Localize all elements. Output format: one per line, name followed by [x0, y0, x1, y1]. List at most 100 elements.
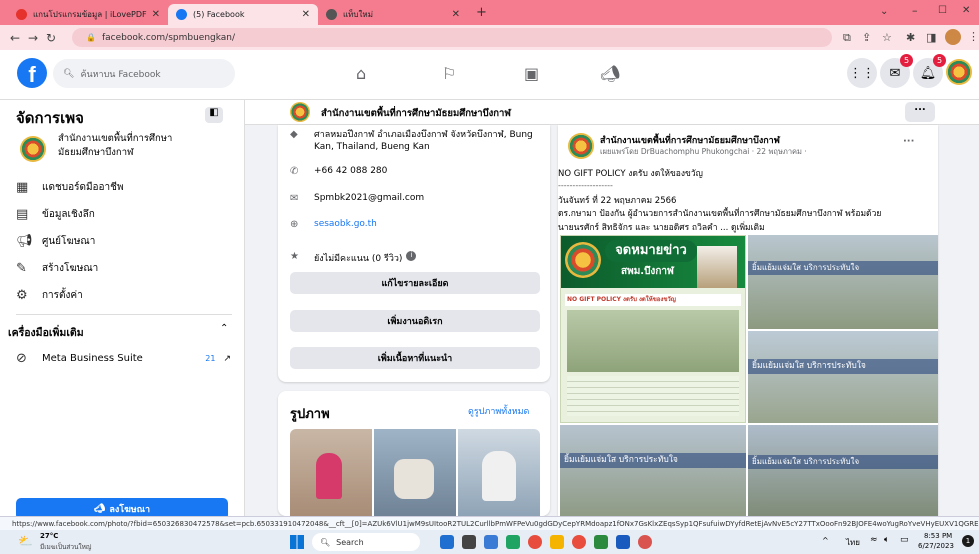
website-link[interactable]: sesaobk.go.th — [314, 219, 377, 229]
post-photo[interactable]: ยิ้มแย้มแจ่มใส บริการประทับใจ — [748, 425, 938, 516]
cast-icon[interactable]: ⧉ — [843, 31, 851, 45]
star-icon: ★ — [290, 251, 299, 262]
bookmark-star-icon[interactable]: ☆ — [882, 31, 892, 44]
photo-thumbnail[interactable] — [374, 429, 456, 516]
sidebar-item-dashboard[interactable]: ▦ แดชบอร์ดมืออาชีพ — [16, 180, 124, 195]
facebook-header: f 🔍︎ ค้นหาบน Facebook ⌂ ⚐ ▣ 📣︎ ⋮⋮ ✉ 5 🔔︎ 5 — [0, 50, 979, 100]
sidebar-item-meta-business-suite[interactable]: ⊘ Meta Business Suite 21 ↗ — [16, 351, 231, 366]
post-photo[interactable]: ยิ้มแย้มแจ่มใส บริการประทับใจ — [560, 425, 746, 516]
battery-icon[interactable]: ▭ — [900, 535, 909, 545]
sidepanel-icon[interactable]: ◨ — [926, 31, 936, 44]
facebook-logo-icon[interactable]: f — [17, 58, 47, 88]
word-icon[interactable] — [616, 535, 630, 549]
collapse-sidebar-icon[interactable]: ◧ — [205, 107, 223, 123]
seal-logo — [565, 242, 601, 278]
language-indicator[interactable]: ไทย — [846, 536, 860, 549]
photo-caption: ยิ้มแย้มแจ่มใส บริการประทับใจ — [748, 261, 938, 275]
post-author-avatar[interactable] — [568, 133, 594, 159]
post-text-line: NO GIFT POLICY งดรับ งดให้ของขวัญ — [558, 169, 703, 179]
task-view-icon[interactable] — [462, 535, 476, 549]
chrome-taskbar-icon[interactable] — [572, 535, 586, 549]
flag-icon[interactable]: ⚐ — [442, 64, 456, 83]
close-icon[interactable]: ✕ — [152, 9, 160, 20]
browser-tab-ilovepdf[interactable]: แกนโปรแกรมข้อมูล | iLovePDF ✕ — [8, 4, 168, 25]
info-icon[interactable]: i — [406, 251, 417, 261]
extensions-icon[interactable]: ✱ — [906, 31, 915, 44]
phone-row: ✆ +66 42 088 280 — [290, 166, 387, 177]
back-icon[interactable]: ← — [6, 31, 24, 45]
photo-thumbnail[interactable] — [290, 429, 372, 516]
page-logo — [290, 102, 310, 122]
menu-grid-icon[interactable]: ⋮⋮ — [847, 58, 877, 88]
wifi-icon[interactable]: ≈ — [870, 535, 878, 545]
search-icon: 🔍︎ — [320, 537, 331, 547]
taskbar-search-label: Search — [336, 537, 364, 547]
close-icon[interactable]: ✕ — [302, 9, 310, 20]
tray-chevron-icon[interactable]: ^ — [822, 536, 829, 545]
share-icon[interactable]: ⇪ — [862, 31, 871, 44]
page-title[interactable]: สำนักงานเขตพื้นที่การศึกษามัธยมศึกษาบึงก… — [321, 106, 511, 121]
edit-icon: ✎ — [16, 261, 27, 276]
forward-icon[interactable]: → — [24, 31, 42, 45]
browser-tab-newtab[interactable]: แท็บใหม่ ✕ — [318, 4, 468, 25]
notification-badge: 5 — [933, 54, 946, 67]
chevron-up-icon[interactable]: ⌃ — [220, 323, 228, 334]
profile-avatar[interactable] — [945, 29, 961, 45]
reload-icon[interactable]: ↻ — [42, 31, 60, 45]
weather-temp[interactable]: 27°C — [40, 532, 58, 540]
close-icon[interactable]: ✕ — [452, 9, 460, 20]
notification-center-icon[interactable]: 1 — [962, 535, 974, 547]
post-options-icon[interactable]: ··· — [903, 136, 914, 147]
sidebar-item-insights[interactable]: ▤ ข้อมูลเชิงลึก — [16, 207, 95, 222]
browser-tab-facebook[interactable]: (5) Facebook ✕ — [168, 4, 318, 25]
photo-person — [316, 453, 342, 499]
see-all-photos-link[interactable]: ดูรูปภาพทั้งหมด — [468, 404, 529, 418]
meet-icon[interactable] — [484, 535, 498, 549]
minimize-icon[interactable]: – — [912, 4, 918, 17]
url-field[interactable]: 🔒 facebook.com/spmbuengkan/ — [72, 28, 832, 47]
sidebar-page-name[interactable]: สำนักงานเขตพื้นที่การศึกษามัธยมศึกษาบึงก… — [58, 132, 208, 160]
page-avatar[interactable] — [946, 59, 972, 85]
sidebar-item-label: ข้อมูลเชิงลึก — [42, 209, 95, 220]
windows-start-icon[interactable] — [290, 535, 304, 549]
photo-thumbnail[interactable] — [458, 429, 540, 516]
notifications-bell-icon[interactable]: 🔔︎ 5 — [913, 54, 946, 88]
newsletter-image[interactable]: จดหมายข่าว สพม.บึงกาฬ NO GIFT POLICY งดร… — [560, 235, 746, 423]
taskbar-search-input[interactable]: 🔍︎ Search — [312, 533, 420, 551]
post-photo[interactable]: ยิ้มแย้มแจ่มใส บริการประทับใจ — [748, 235, 938, 329]
new-tab-button[interactable]: + — [476, 5, 487, 20]
menu-kebab-icon[interactable]: ⋮ — [968, 30, 979, 43]
email-text[interactable]: Spmbk2021@gmail.com — [314, 193, 424, 203]
more-options-button[interactable]: ... — [905, 102, 935, 122]
phone-text: +66 42 088 280 — [314, 166, 388, 176]
facebook-search-input[interactable]: 🔍︎ ค้นหาบน Facebook — [53, 59, 235, 88]
chat-icon[interactable] — [506, 535, 520, 549]
copilot-icon[interactable] — [440, 535, 454, 549]
clock-time[interactable]: 8:53 PM — [924, 532, 952, 540]
ads-megaphone-icon[interactable]: 📣︎ — [600, 64, 620, 83]
post-text-line: นายนรศักร์ สิทธิจักร และ นายอดิศร ถวิลคำ… — [558, 223, 765, 233]
external-link-icon: ↗ — [223, 353, 231, 364]
maximize-icon[interactable]: ☐ — [938, 5, 947, 16]
lock-icon: 🔒 — [86, 33, 96, 42]
messenger-icon[interactable]: ✉ 5 — [880, 54, 913, 88]
clock-date[interactable]: 6/27/2023 — [918, 542, 954, 550]
store-icon[interactable] — [594, 535, 608, 549]
sidebar-item-create-ad[interactable]: ✎ สร้างโฆษณา — [16, 261, 98, 276]
pages-icon[interactable]: ▣ — [524, 64, 539, 83]
browser-icon[interactable] — [528, 535, 542, 549]
post-author[interactable]: สำนักงานเขตพื้นที่การศึกษามัธยมศึกษาบึงก… — [600, 133, 780, 147]
file-explorer-icon[interactable] — [550, 535, 564, 549]
windows-taskbar: ⛅ 27°C มีเมฆเป็นส่วนใหญ่ 🔍︎ Search ^ ไทย … — [0, 530, 979, 554]
add-featured-button[interactable]: เพิ่มเนื้อหาที่แนะนำ — [290, 347, 540, 369]
sidebar-item-ad-center[interactable]: 📢︎ ศูนย์โฆษณา — [16, 234, 95, 249]
post-photo[interactable]: ยิ้มแย้มแจ่มใส บริการประทับใจ — [748, 331, 938, 423]
volume-icon[interactable]: 🔈︎ — [884, 535, 889, 545]
add-hobbies-button[interactable]: เพิ่มงานอดิเรก — [290, 310, 540, 332]
edit-details-button[interactable]: แก้ไขรายละเอียด — [290, 272, 540, 294]
chrome-profile-icon[interactable] — [638, 535, 652, 549]
home-icon[interactable]: ⌂ — [356, 64, 366, 83]
window-close-icon[interactable]: ✕ — [962, 5, 970, 16]
tab-search-icon[interactable]: ⌄ — [880, 6, 888, 17]
sidebar-item-settings[interactable]: ⚙ การตั้งค่า — [16, 288, 83, 303]
